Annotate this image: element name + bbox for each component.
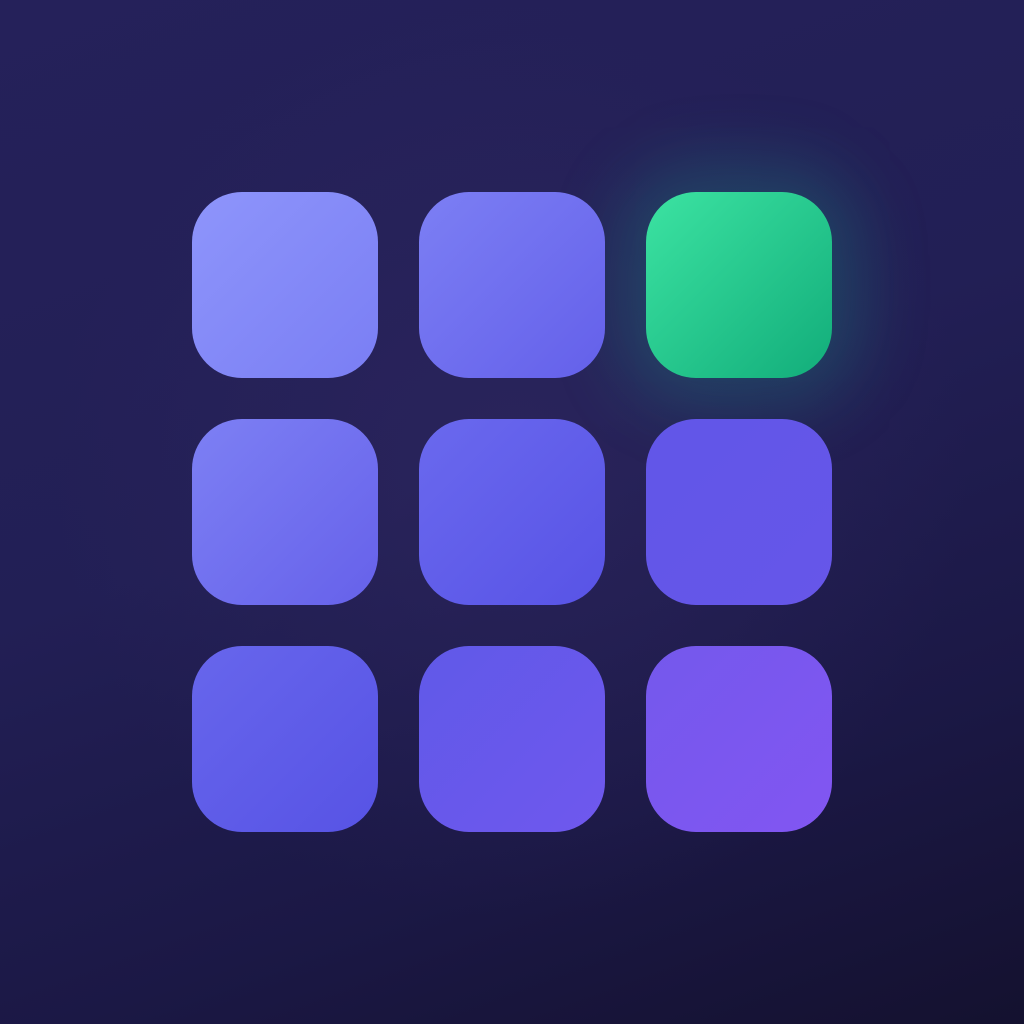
grid-tile-2 — [419, 192, 605, 378]
grid-icon — [192, 192, 832, 832]
grid-tile-6 — [646, 419, 832, 605]
grid-tile-8 — [419, 646, 605, 832]
grid-tile-9 — [646, 646, 832, 832]
grid-tile-3-active — [646, 192, 832, 378]
grid-tile-1 — [192, 192, 378, 378]
grid-tile-4 — [192, 419, 378, 605]
app-icon — [0, 0, 1024, 1024]
grid-tile-7 — [192, 646, 378, 832]
grid-tile-5 — [419, 419, 605, 605]
